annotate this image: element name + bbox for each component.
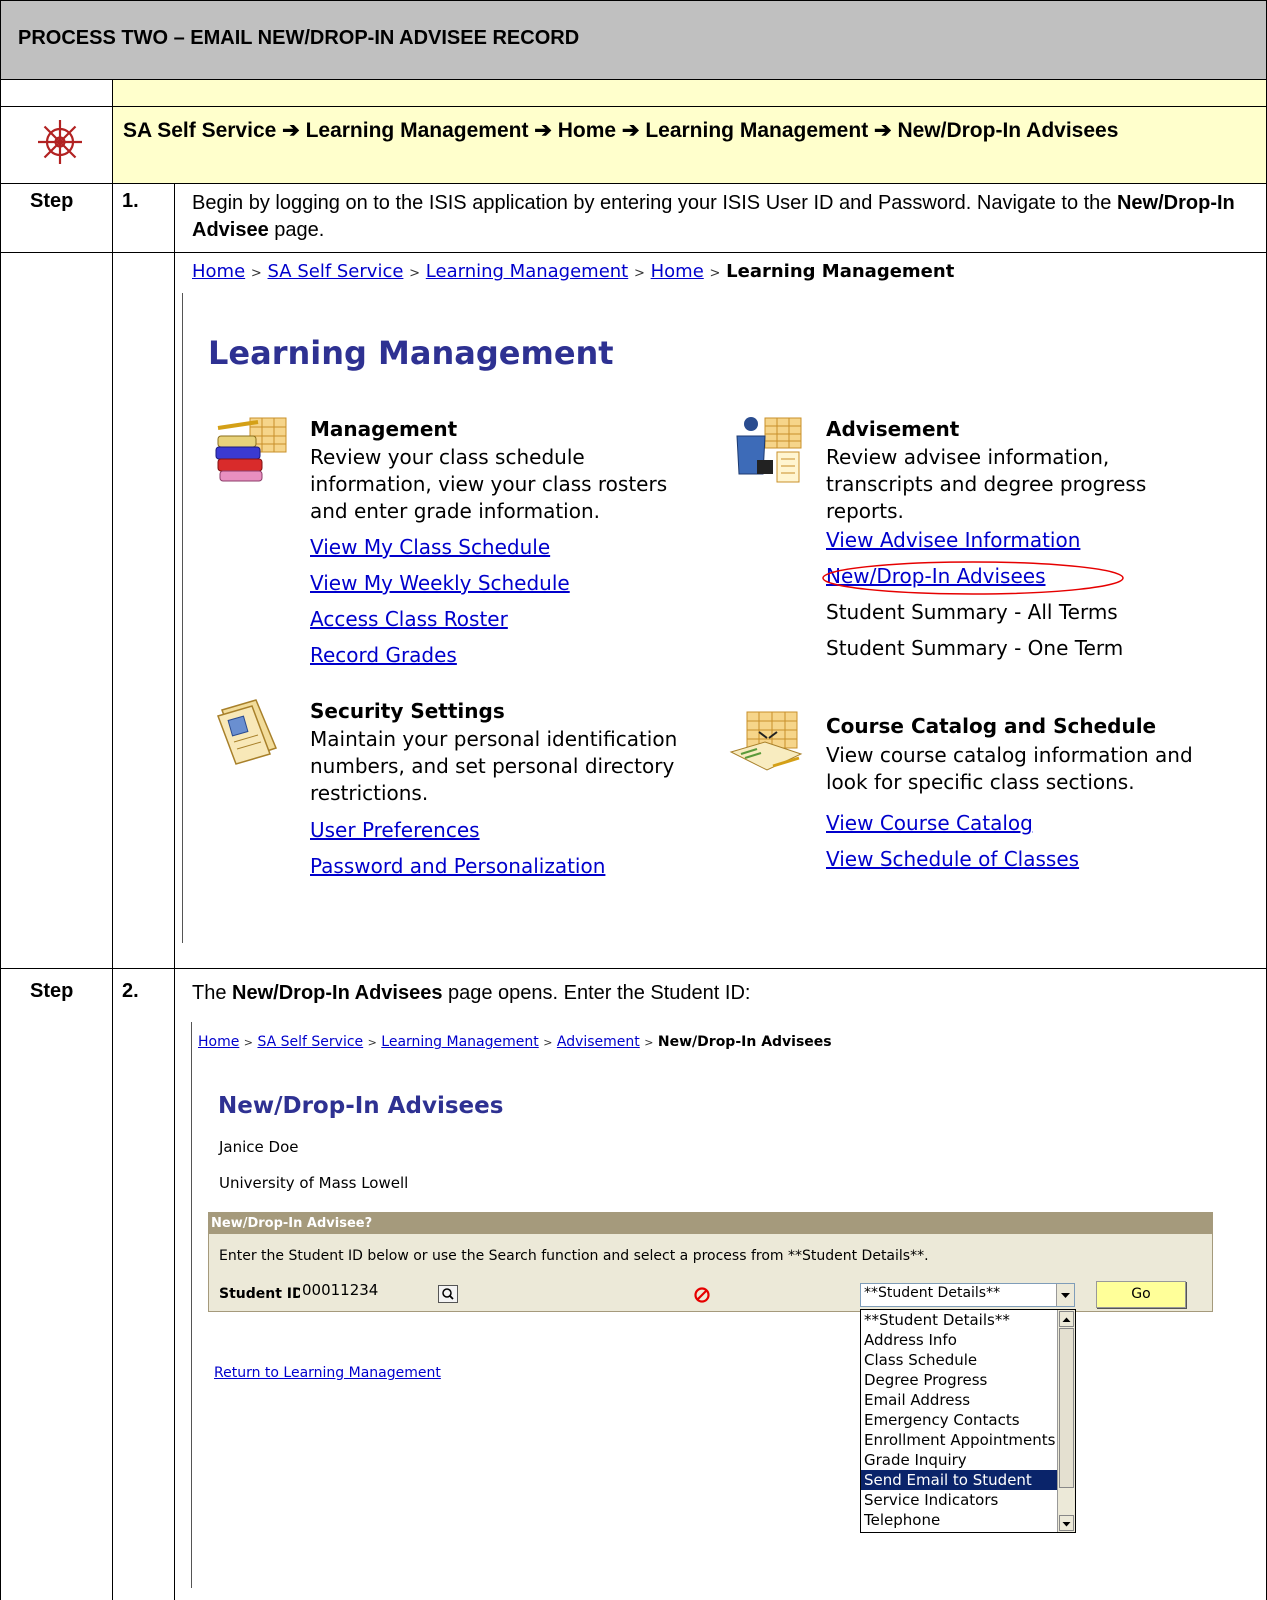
student-id-value: 00011234 [302, 1281, 379, 1299]
breadcrumb-separator: > [409, 266, 421, 281]
ship-wheel-icon [36, 118, 84, 166]
dropdown-option[interactable]: **Student Details** [861, 1310, 1057, 1330]
course-catalog-title: Course Catalog and Schedule [826, 714, 1157, 738]
step-2-text: The [192, 982, 233, 1004]
breadcrumb-separator: > [709, 266, 721, 281]
step-2-number: 2. [122, 980, 139, 1002]
breadcrumb-home[interactable]: Home [192, 261, 245, 282]
breadcrumb: Home > SA Self Service > Learning Manage… [192, 261, 954, 282]
breadcrumb-home[interactable]: Home [198, 1034, 239, 1050]
management-desc: Review your class schedule information, … [310, 445, 668, 523]
step-1-instruction: Begin by logging on to the ISIS applicat… [192, 190, 1257, 244]
breadcrumb-2: Home > SA Self Service > Learning Manage… [198, 1034, 832, 1050]
breadcrumb-current: New/Drop-In Advisees [657, 1034, 832, 1050]
step-2-instruction: The New/Drop-In Advisees page opens. Ent… [192, 980, 1257, 1007]
dropdown-option[interactable]: Emergency Contacts [861, 1410, 1057, 1430]
nav-band-top [112, 79, 1267, 106]
breadcrumb-separator: > [644, 1036, 654, 1049]
student-details-select[interactable]: **Student Details** [860, 1283, 1075, 1307]
breadcrumb-sa-self-service[interactable]: SA Self Service [268, 261, 404, 282]
step-1-text: Begin by logging on to the ISIS applicat… [192, 192, 1117, 214]
step-1-label: Step [30, 190, 74, 212]
return-to-learning-management-link[interactable]: Return to Learning Management [214, 1365, 441, 1381]
go-button[interactable]: Go [1096, 1281, 1186, 1308]
breadcrumb-sa-self-service[interactable]: SA Self Service [257, 1034, 363, 1050]
select-arrow-button[interactable] [1056, 1284, 1074, 1306]
breadcrumb-learning-management[interactable]: Learning Management [381, 1034, 538, 1050]
group-box-header: New/Drop-In Advisee? [209, 1213, 1212, 1234]
dropdown-option[interactable]: Email Address [861, 1390, 1057, 1410]
view-my-weekly-schedule-link[interactable]: View My Weekly Schedule [310, 571, 570, 595]
advisement-title: Advisement [826, 417, 960, 441]
course-catalog-icon [727, 708, 805, 778]
search-lookup-icon[interactable] [438, 1285, 458, 1303]
student-details-dropdown[interactable]: **Student Details** Address Info Class Sch… [860, 1309, 1076, 1533]
dropdown-scrollbar[interactable] [1057, 1310, 1075, 1532]
view-schedule-of-classes-link[interactable]: View Schedule of Classes [826, 847, 1079, 871]
security-settings-desc: Maintain your personal identification nu… [310, 727, 678, 805]
navigation-path: SA Self Service ➔ Learning Management ➔ … [123, 119, 1119, 142]
breadcrumb-learning-management[interactable]: Learning Management [426, 261, 628, 282]
breadcrumb-separator: > [633, 266, 645, 281]
dropdown-option[interactable]: Degree Progress [861, 1370, 1057, 1390]
advisees-page-title: New/Drop-In Advisees [218, 1093, 504, 1119]
step-1-text-end: page. [268, 219, 325, 241]
dropdown-option[interactable]: Address Info [861, 1330, 1057, 1350]
student-summary-one-term: Student Summary - One Term [826, 636, 1124, 660]
user-name: Janice Doe [219, 1138, 299, 1156]
view-course-catalog-link[interactable]: View Course Catalog [826, 811, 1033, 835]
scroll-down-button[interactable] [1059, 1515, 1074, 1531]
view-my-class-schedule-link[interactable]: View My Class Schedule [310, 535, 550, 559]
user-preferences-link[interactable]: User Preferences [310, 818, 480, 842]
dropdown-option[interactable]: Class Schedule [861, 1350, 1057, 1370]
student-summary-all-terms: Student Summary - All Terms [826, 600, 1118, 624]
highlight-ellipse [820, 559, 1126, 597]
scroll-up-button[interactable] [1059, 1311, 1074, 1327]
security-folder-icon [212, 696, 284, 766]
books-icon [212, 414, 290, 486]
breadcrumb-separator: > [243, 1036, 254, 1049]
group-box-title: New/Drop-In Advisee? [211, 1216, 373, 1231]
security-settings-title: Security Settings [310, 699, 505, 723]
dropdown-option[interactable]: Service Indicators [861, 1490, 1057, 1510]
record-grades-link[interactable]: Record Grades [310, 643, 457, 667]
dropdown-option[interactable]: Telephone [861, 1510, 1057, 1530]
breadcrumb-separator: > [367, 1036, 377, 1049]
process-title: PROCESS TWO – EMAIL NEW/DROP-IN ADVISEE … [18, 27, 580, 49]
dropdown-option[interactable]: Enrollment Appointments [861, 1430, 1057, 1450]
step-1-number: 1. [122, 190, 139, 212]
step-2-bold: New/Drop-In Advisees [232, 982, 443, 1004]
student-id-field[interactable]: 00011234 [300, 1281, 436, 1303]
view-advisee-information-link[interactable]: View Advisee Information [826, 528, 1080, 552]
course-catalog-desc: View course catalog information and look… [826, 743, 1193, 794]
advisement-desc: Review advisee information, transcripts … [826, 445, 1147, 523]
dropdown-option[interactable]: Send Email to Student [861, 1470, 1057, 1490]
institution-name: University of Mass Lowell [219, 1174, 409, 1192]
breadcrumb-advisement[interactable]: Advisement [557, 1034, 640, 1050]
advisement-icon [727, 414, 805, 486]
step-2-label: Step [30, 980, 74, 1002]
instruction-text: Enter the Student ID below or use the Se… [219, 1248, 929, 1264]
student-id-label: Student ID: [219, 1286, 310, 1302]
breadcrumb-separator: > [250, 266, 262, 281]
step-2-text-end: page opens. Enter the Student ID: [442, 982, 751, 1004]
password-and-personalization-link[interactable]: Password and Personalization [310, 854, 605, 878]
dropdown-option[interactable]: Grade Inquiry [861, 1450, 1057, 1470]
breadcrumb-home-2[interactable]: Home [651, 261, 704, 282]
breadcrumb-separator: > [543, 1036, 553, 1049]
scroll-thumb[interactable] [1059, 1328, 1074, 1488]
no-entry-icon [693, 1286, 711, 1304]
management-title: Management [310, 417, 458, 441]
page-title: Learning Management [208, 334, 614, 372]
go-button-label: Go [1131, 1286, 1151, 1302]
select-value: **Student Details** [864, 1285, 1001, 1301]
access-class-roster-link[interactable]: Access Class Roster [310, 607, 508, 631]
breadcrumb-current: Learning Management [726, 261, 955, 282]
